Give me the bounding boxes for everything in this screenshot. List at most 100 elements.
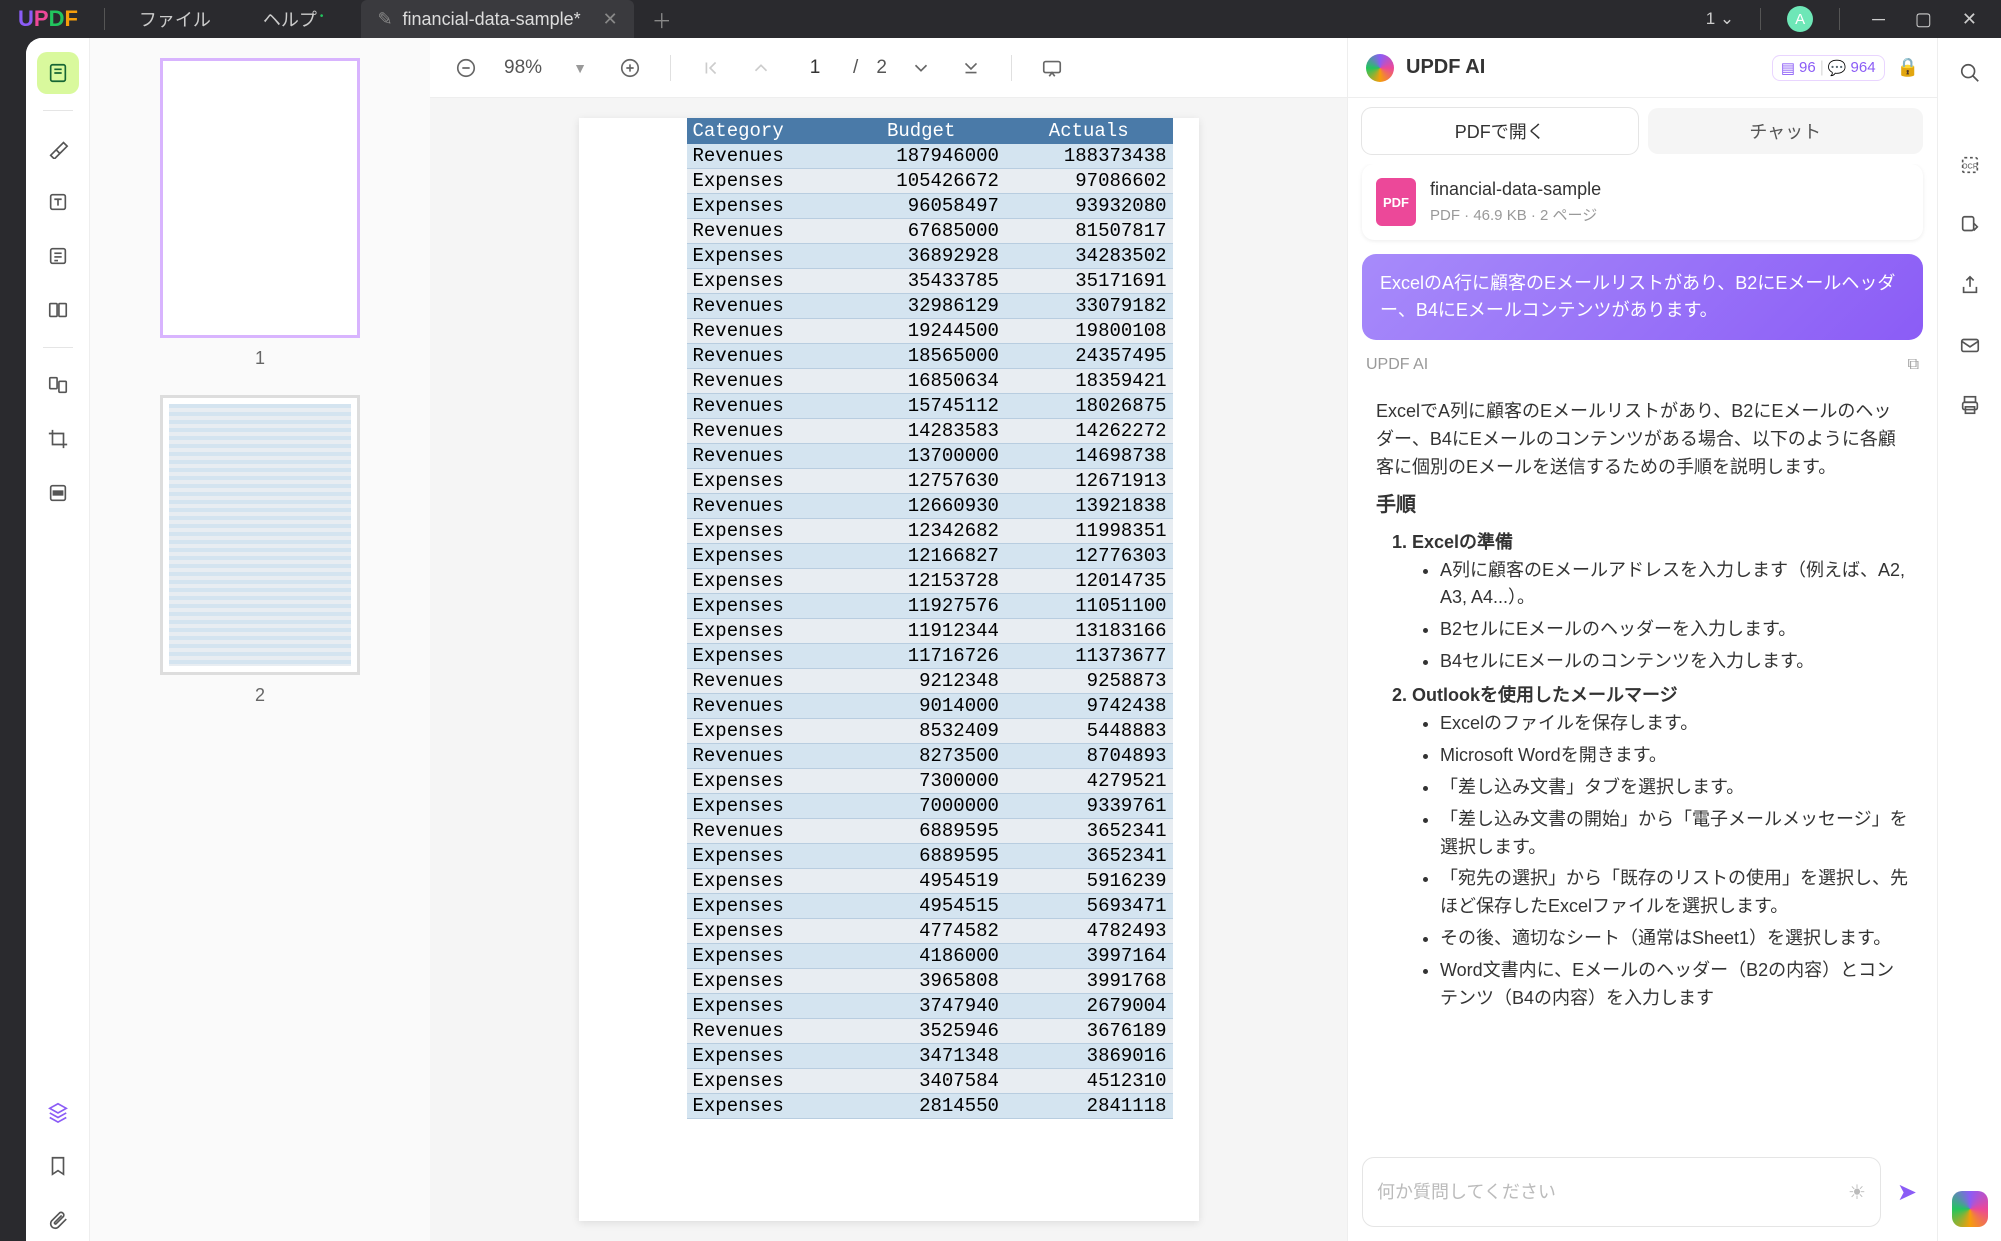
window-count[interactable]: 1 ⌄ [1706, 9, 1734, 29]
page-thumbnail-1[interactable] [160, 58, 360, 338]
maximize-button[interactable]: ▢ [1909, 9, 1938, 30]
app-logo: UPDF [18, 6, 78, 32]
page-icon: ▤ [1781, 59, 1795, 77]
tab-open-pdf[interactable]: PDFで開く [1362, 108, 1638, 154]
step-bullet: 「差し込み文書」タブを選択します。 [1440, 774, 1909, 802]
page-input[interactable] [795, 57, 835, 79]
thumbnails-tool[interactable] [37, 52, 79, 94]
ai-usage-badges[interactable]: ▤96 | 💬964 [1772, 55, 1885, 81]
minimize-button[interactable]: ─ [1866, 9, 1891, 30]
redact-tool[interactable] [37, 472, 79, 514]
table-row: Revenues1856500024357495 [687, 344, 1173, 369]
file-card[interactable]: PDF financial-data-sample PDF · 46.9 KB … [1362, 164, 1923, 240]
lock-icon[interactable]: 🔒 [1897, 57, 1919, 78]
ai-tabs: PDFで開く チャット [1348, 98, 1937, 164]
title-bar: UPDF ファイル ヘルプ ✎ financial-data-sample* ✕… [0, 0, 2001, 38]
menu-file[interactable]: ファイル [113, 6, 237, 32]
step-bullet: B2セルにEメールのヘッダーを入力します。 [1440, 616, 1909, 644]
presentation-button[interactable] [1036, 52, 1068, 84]
table-row: Revenues92123489258873 [687, 669, 1173, 694]
zoom-dropdown[interactable]: ▼ [564, 52, 596, 84]
hint-icon[interactable]: ☀ [1848, 1180, 1866, 1205]
table-row: Expenses1171672611373677 [687, 644, 1173, 669]
table-row: Expenses34075844512310 [687, 1069, 1173, 1094]
ai-response-label: UPDF AI ⧉ [1366, 356, 1919, 374]
table-row: Expenses85324095448883 [687, 719, 1173, 744]
table-row: Revenues1685063418359421 [687, 369, 1173, 394]
layers-tool[interactable] [37, 1091, 79, 1133]
highlight-tool[interactable] [37, 127, 79, 169]
user-avatar[interactable]: A [1787, 6, 1813, 32]
table-row: Expenses49545195916239 [687, 869, 1173, 894]
prev-page-button[interactable] [745, 52, 777, 84]
crop-tool[interactable] [37, 418, 79, 460]
svg-text:OCR: OCR [1961, 162, 1977, 171]
table-row: Expenses1215372812014735 [687, 569, 1173, 594]
compare-tool[interactable] [37, 364, 79, 406]
table-row: Expenses9605849793932080 [687, 194, 1173, 219]
convert-button[interactable] [1949, 204, 1991, 246]
col-category: Category [687, 118, 838, 144]
ai-panel-title: UPDF AI [1406, 56, 1760, 79]
ocr-button[interactable]: OCR [1949, 144, 1991, 186]
col-actuals: Actuals [1005, 118, 1173, 144]
table-row: Expenses28145502841118 [687, 1094, 1173, 1119]
table-row: Expenses3543378535171691 [687, 269, 1173, 294]
document-viewport[interactable]: CategoryBudgetActuals Revenues1879460001… [430, 98, 1347, 1241]
share-button[interactable] [1949, 264, 1991, 306]
user-message: ExcelのA行に顧客のEメールリストがあり、B2にEメールヘッダー、B4にEメ… [1362, 254, 1923, 340]
ai-toggle-button[interactable] [1952, 1191, 1988, 1227]
table-row: Revenues6768500081507817 [687, 219, 1173, 244]
last-page-button[interactable] [955, 52, 987, 84]
text-tool[interactable] [37, 181, 79, 223]
print-button[interactable] [1949, 384, 1991, 426]
table-row: Expenses39658083991768 [687, 969, 1173, 994]
close-window-button[interactable]: ✕ [1956, 9, 1983, 30]
ai-response: ExcelでA列に顧客のEメールリストがあり、B2にEメールのヘッダー、B4にE… [1362, 384, 1923, 1033]
page-separator: / [853, 57, 858, 79]
zoom-value: 98% [504, 57, 542, 79]
step-bullet: Microsoft Wordを開きます。 [1440, 742, 1909, 770]
table-row: Expenses1191234413183166 [687, 619, 1173, 644]
close-tab-icon[interactable]: ✕ [603, 9, 618, 30]
add-tab-button[interactable]: ＋ [652, 5, 672, 34]
table-row: Expenses41860003997164 [687, 944, 1173, 969]
document-toolbar: 98% ▼ / 2 [430, 38, 1347, 98]
chat-icon: 💬 [1828, 59, 1847, 77]
table-row: Revenues35259463676189 [687, 1019, 1173, 1044]
table-row: Revenues90140009742438 [687, 694, 1173, 719]
step-bullet: Excelのファイルを保存します。 [1440, 710, 1909, 738]
badge-messages: 💬964 [1828, 59, 1876, 77]
table-row: Revenues187946000188373438 [687, 144, 1173, 169]
email-button[interactable] [1949, 324, 1991, 366]
zoom-in-button[interactable] [614, 52, 646, 84]
table-row: Expenses1275763012671913 [687, 469, 1173, 494]
document-tab[interactable]: ✎ financial-data-sample* ✕ [361, 0, 633, 38]
step-bullet: その後、適切なシート（通常はSheet1）を選択します。 [1440, 925, 1909, 953]
step-bullet: B4セルにEメールのコンテンツを入力します。 [1440, 648, 1909, 676]
file-name: financial-data-sample [1430, 179, 1601, 200]
attachment-tool[interactable] [37, 1199, 79, 1241]
tab-chat[interactable]: チャット [1648, 108, 1924, 154]
table-row: Expenses68895953652341 [687, 844, 1173, 869]
step-item: Excelの準備A列に顧客のEメールアドレスを入力します（例えば、A2, A3,… [1412, 529, 1909, 676]
table-row: Revenues1924450019800108 [687, 319, 1173, 344]
table-row: Expenses1192757611051100 [687, 594, 1173, 619]
page-thumbnail-2[interactable] [160, 395, 360, 675]
organize-tool[interactable] [37, 289, 79, 331]
send-button[interactable]: ➤ [1891, 1172, 1923, 1213]
search-button[interactable] [1949, 52, 1991, 94]
menu-help[interactable]: ヘルプ [237, 6, 350, 32]
right-sidebar: OCR [1937, 38, 2001, 1241]
col-budget: Budget [837, 118, 1005, 144]
copy-icon[interactable]: ⧉ [1908, 356, 1919, 374]
table-row: Expenses37479402679004 [687, 994, 1173, 1019]
next-page-button[interactable] [905, 52, 937, 84]
form-tool[interactable] [37, 235, 79, 277]
table-row: Revenues1370000014698738 [687, 444, 1173, 469]
zoom-out-button[interactable] [450, 52, 482, 84]
table-row: Expenses10542667297086602 [687, 169, 1173, 194]
bookmark-tool[interactable] [37, 1145, 79, 1187]
first-page-button[interactable] [695, 52, 727, 84]
ai-chat-input[interactable] [1377, 1166, 1848, 1218]
